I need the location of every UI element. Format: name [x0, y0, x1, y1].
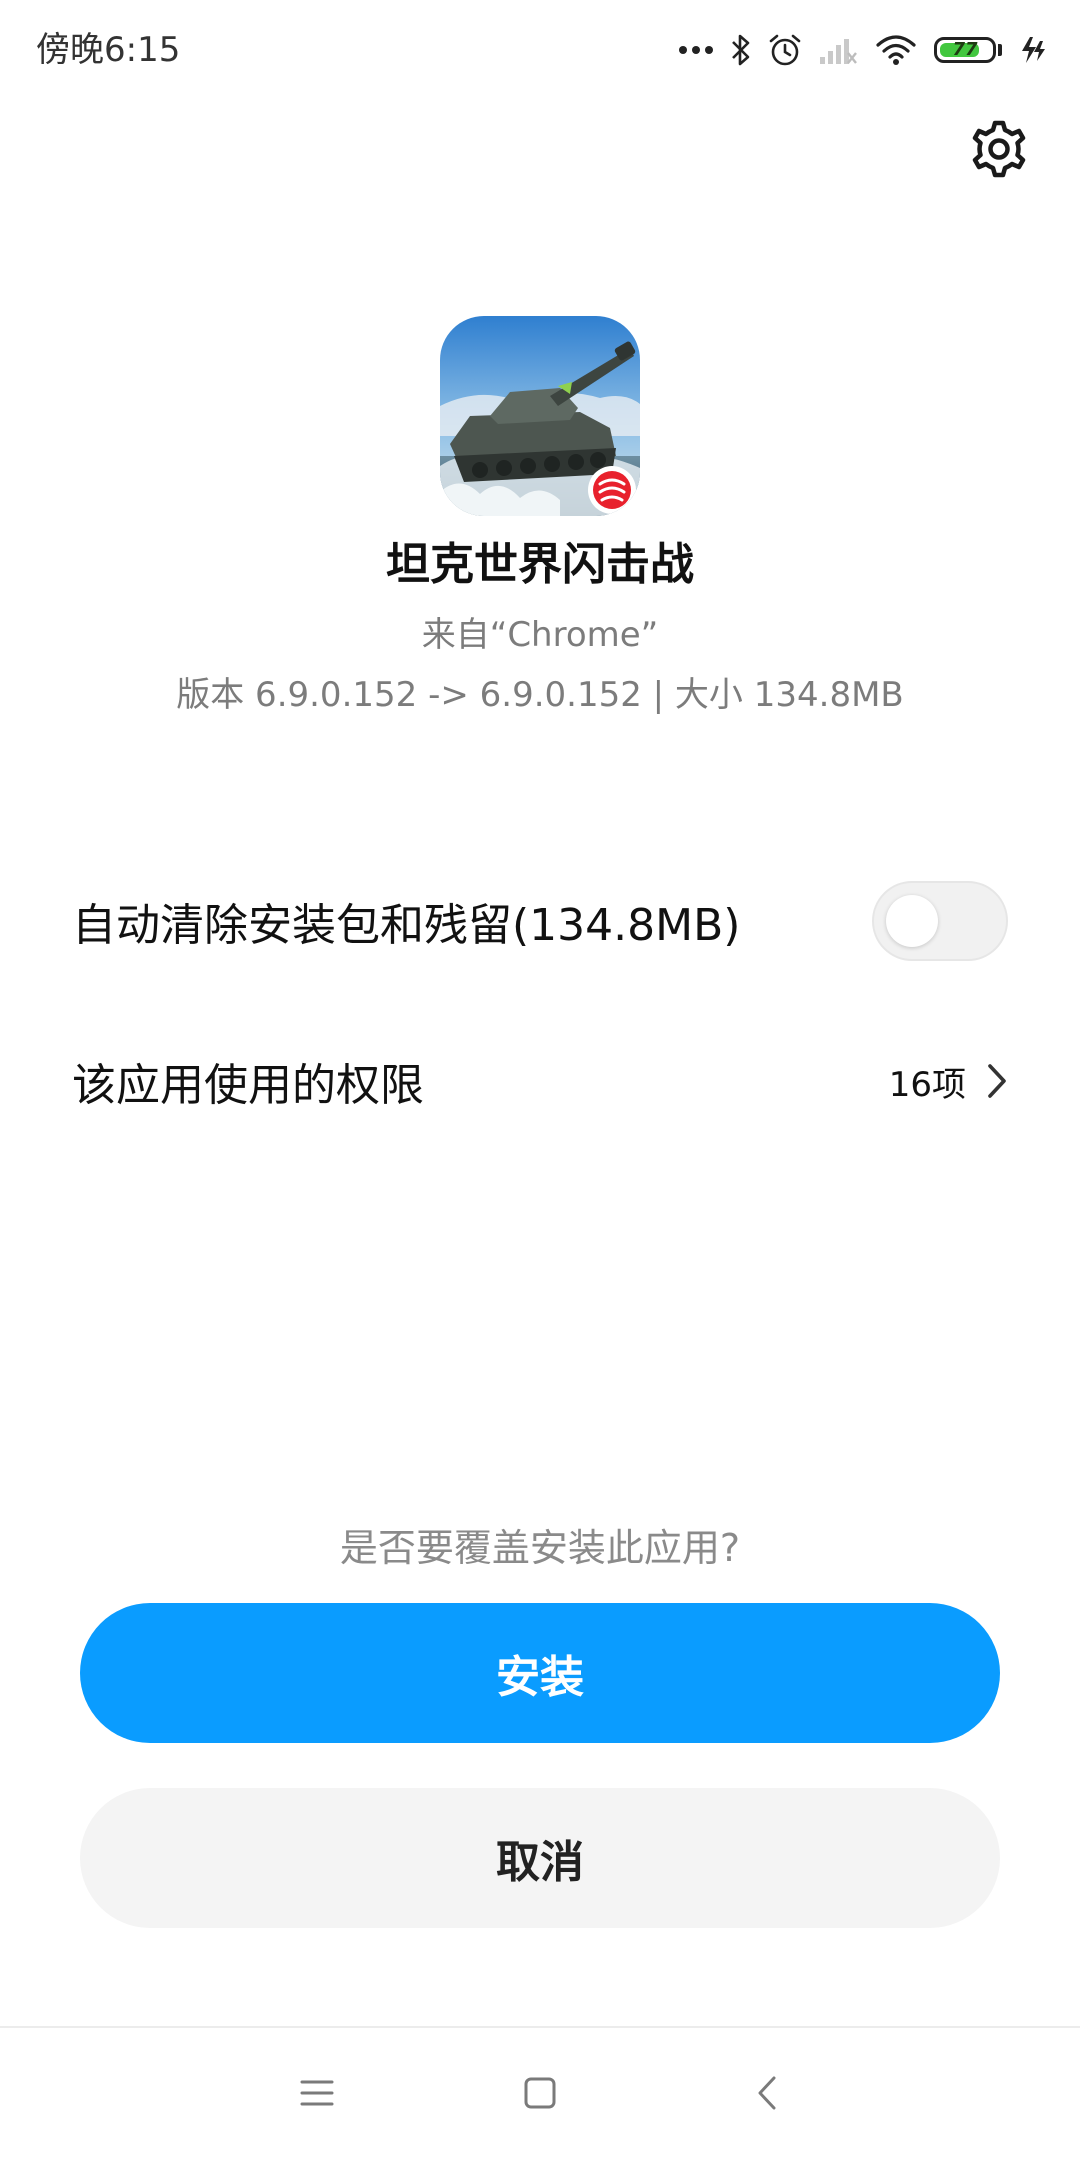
charging-icon: [1022, 37, 1045, 63]
toggle-knob: [886, 895, 938, 947]
chevron-right-icon: [988, 1064, 1006, 1098]
overwrite-prompt: 是否要覆盖安装此应用?: [339, 1526, 741, 1570]
status-icons: 77: [678, 28, 1048, 72]
install-button[interactable]: 安装: [80, 1603, 1000, 1743]
auto-clean-toggle[interactable]: [872, 881, 1008, 961]
app-icon: [440, 316, 640, 516]
menu-button[interactable]: [287, 2063, 347, 2123]
alarm-icon: [769, 34, 801, 66]
auto-clean-row[interactable]: 自动清除安装包和残留(134.8MB): [72, 876, 1008, 966]
back-icon: [758, 2076, 776, 2110]
back-button[interactable]: [737, 2063, 797, 2123]
permissions-right: 16项: [889, 1057, 1008, 1106]
home-button[interactable]: [510, 2063, 570, 2123]
app-name: 坦克世界闪击战: [386, 539, 694, 590]
bluetooth-icon: [732, 34, 750, 66]
permissions-count: 16项: [888, 1064, 966, 1105]
status-time: 傍晚6:15: [36, 30, 181, 70]
permissions-row[interactable]: 该应用使用的权限 16项: [72, 1036, 1008, 1126]
app-source: 来自“Chrome”: [421, 615, 659, 655]
navigation-bar: [0, 2028, 1080, 2158]
tank-game-icon: [440, 316, 640, 516]
home-icon: [524, 2077, 556, 2109]
signal-icon: [820, 39, 857, 64]
battery-level: 77: [952, 39, 978, 60]
cancel-button[interactable]: 取消: [80, 1788, 1000, 1928]
auto-clean-label: 自动清除安装包和残留(134.8MB): [72, 900, 741, 951]
battery-icon: 77: [934, 37, 1002, 63]
wifi-icon: [876, 35, 916, 65]
menu-icon: [300, 2080, 334, 2106]
permissions-label: 该应用使用的权限: [72, 1060, 424, 1111]
more-dots-icon: [679, 46, 713, 54]
settings-button[interactable]: [968, 118, 1030, 180]
app-version-info: 版本 6.9.0.152 -> 6.9.0.152 | 大小 134.8MB: [176, 675, 904, 715]
gear-icon: [972, 120, 1026, 178]
